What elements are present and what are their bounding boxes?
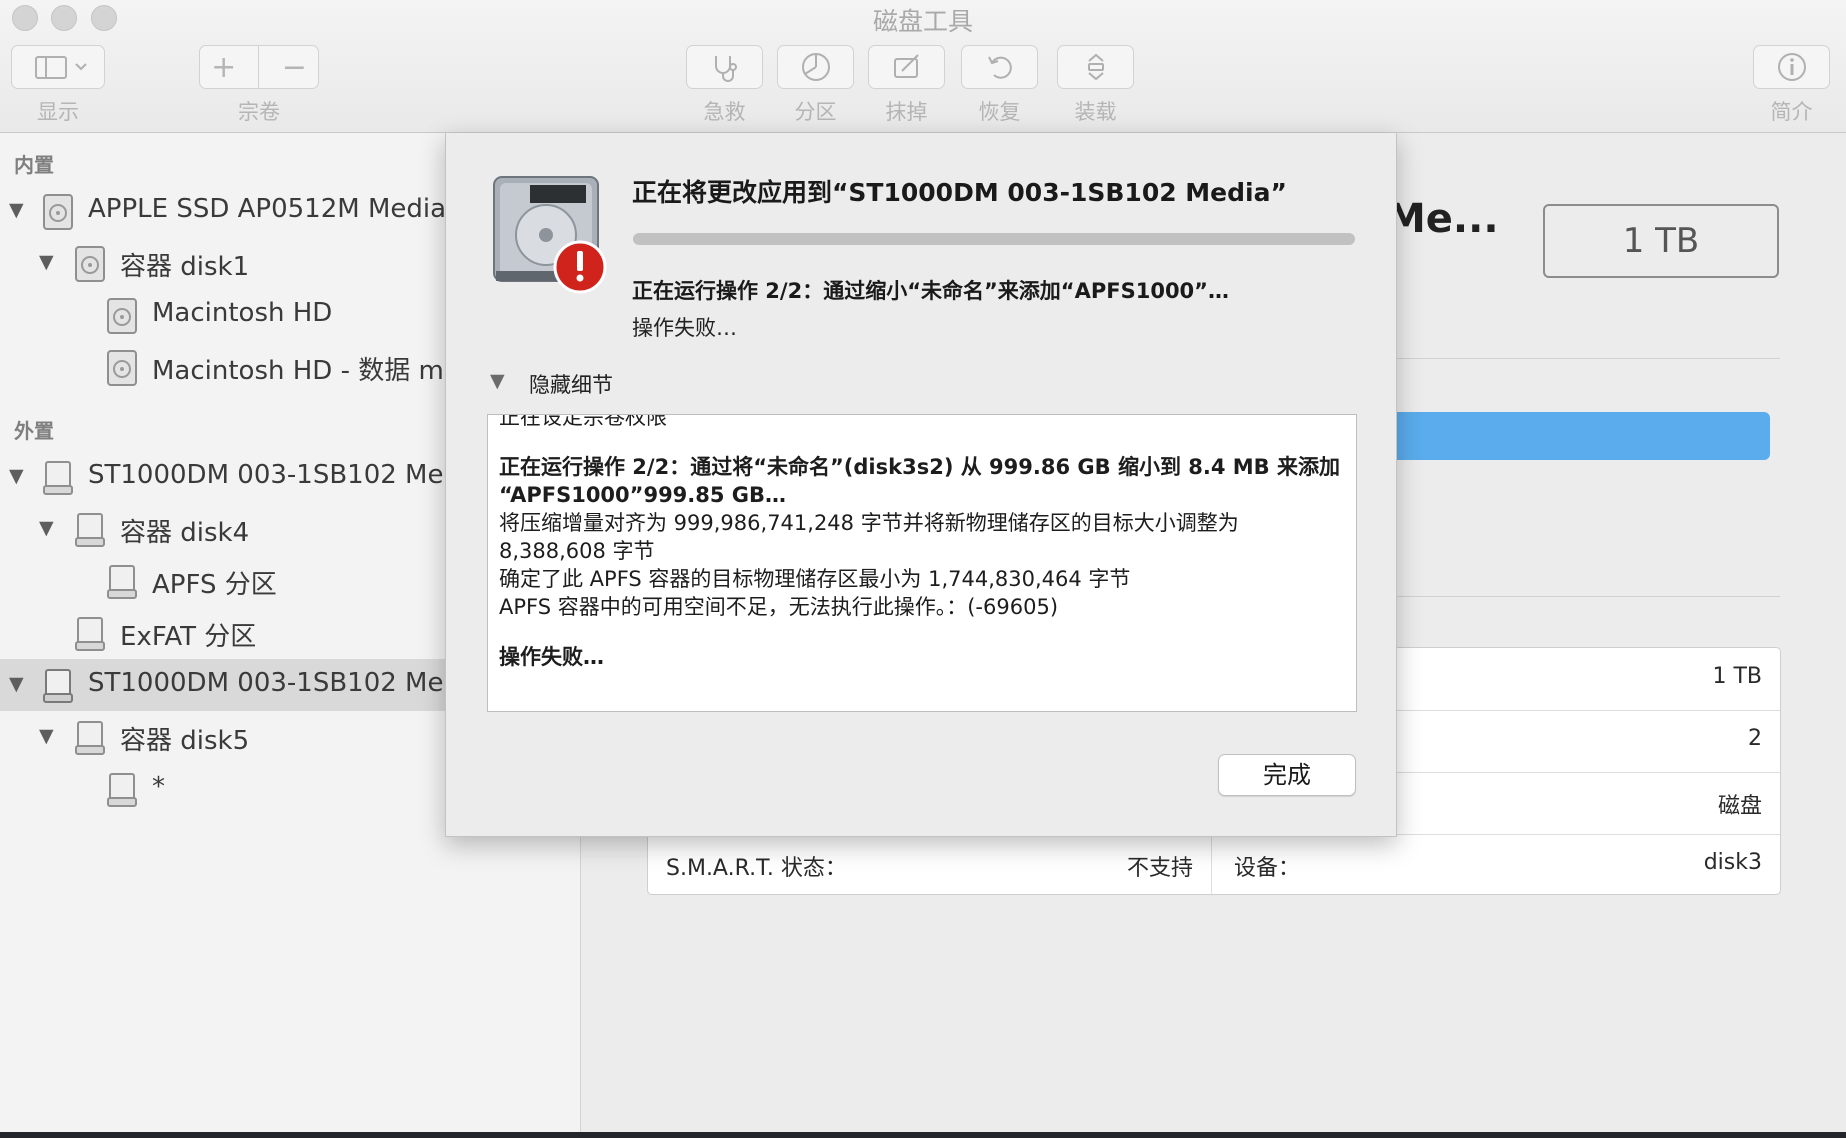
view-button[interactable] bbox=[11, 45, 105, 89]
log-line: 确定了此 APFS 容器的目标物理储存区最小为 1,744,830,464 字节 bbox=[499, 567, 1131, 591]
hide-details-toggle[interactable]: 隐藏细节 bbox=[529, 369, 613, 399]
external-disk-icon bbox=[75, 513, 105, 547]
restore-arrow-icon bbox=[987, 56, 1012, 79]
log-line: APFS 容器中的可用空间不足，无法执行此操作。：(-69605) bbox=[499, 595, 1059, 619]
info-row: S.M.A.R.T. 状态： 不支持 设备： disk3 bbox=[648, 834, 1780, 896]
remove-volume-icon[interactable]: − bbox=[282, 50, 307, 85]
info-value: 2 bbox=[1748, 726, 1762, 751]
progress-bar bbox=[633, 233, 1355, 245]
device-value: disk3 bbox=[1703, 850, 1762, 875]
info-button[interactable] bbox=[1753, 45, 1830, 89]
sidebar-item-label: 容器 disk5 bbox=[120, 726, 250, 756]
log-line: 将压缩增量对齐为 999,986,741,248 字节并将新物理储存区的目标大小… bbox=[499, 511, 1239, 563]
external-disk-icon bbox=[107, 565, 137, 599]
first-aid-button[interactable] bbox=[686, 45, 763, 89]
external-disk-icon bbox=[43, 669, 73, 703]
external-disk-icon bbox=[43, 461, 73, 495]
info-value: 磁盘 bbox=[1717, 794, 1762, 819]
sidebar-item-label: Macintosh HD bbox=[152, 298, 333, 328]
external-disk-icon bbox=[75, 721, 105, 755]
disclosure-triangle-icon[interactable]: ▼ bbox=[39, 517, 54, 539]
disk-name-heading: Me... bbox=[1386, 196, 1499, 242]
sidebar-item-label: ExFAT 分区 bbox=[120, 622, 257, 652]
partition-button[interactable] bbox=[777, 45, 854, 89]
smart-status-label: S.M.A.R.T. 状态： bbox=[666, 856, 847, 881]
info-icon bbox=[1777, 53, 1806, 81]
erase-label: 抹掉 bbox=[885, 100, 928, 124]
sidebar-item-label: ST1000DM 003-1SB102 Medi bbox=[88, 460, 468, 490]
chevron-down-icon bbox=[75, 63, 87, 71]
log-line: 操作失败… bbox=[499, 645, 604, 669]
erase-button[interactable] bbox=[868, 45, 945, 89]
external-disk-icon bbox=[107, 773, 137, 807]
sidebar-item-label: * bbox=[152, 772, 165, 802]
info-label: 简介 bbox=[1770, 100, 1813, 124]
divider bbox=[1397, 596, 1780, 597]
disclosure-triangle-icon[interactable]: ▼ bbox=[9, 199, 24, 221]
device-label: 设备： bbox=[1234, 856, 1301, 881]
sidebar-item-label: 容器 disk1 bbox=[120, 252, 250, 282]
external-section-header: 外置 bbox=[14, 419, 54, 443]
sheet-title: 正在将更改应用到“ST1000DM 003-1SB102 Media” bbox=[632, 178, 1287, 207]
sidebar-item-label: APFS 分区 bbox=[152, 570, 277, 600]
toolbar: 磁盘工具 显示 + − 宗卷 急救 分区 抹掉 恢复 装载 简介 bbox=[0, 0, 1846, 133]
hard-drive-error-icon bbox=[493, 176, 607, 294]
details-disclosure-triangle-icon[interactable]: ▼ bbox=[490, 370, 505, 392]
sidebar-item-label: ST1000DM 003-1SB102 Medi bbox=[88, 668, 468, 698]
divider bbox=[1397, 358, 1780, 359]
capacity-box: 1 TB bbox=[1543, 204, 1779, 278]
mount-label: 装载 bbox=[1074, 100, 1117, 124]
internal-section-header: 内置 bbox=[14, 153, 54, 177]
mount-eject-icon bbox=[1087, 53, 1104, 81]
partition-usage-bar bbox=[1380, 412, 1770, 460]
disclosure-triangle-icon[interactable]: ▼ bbox=[9, 673, 24, 695]
internal-disk-icon bbox=[107, 350, 137, 386]
disk-utility-window: 磁盘工具 显示 + − 宗卷 急救 分区 抹掉 恢复 装载 简介 内置 ▼ AP… bbox=[0, 0, 1846, 1132]
external-disk-icon bbox=[75, 617, 105, 651]
disclosure-triangle-icon[interactable]: ▼ bbox=[9, 465, 24, 487]
partition-label: 分区 bbox=[794, 100, 837, 124]
volume-add-remove-group: + − bbox=[199, 45, 319, 89]
details-log[interactable]: 正在设定宗卷权限 正在运行操作 2/2：通过将“未命名”(disk3s2) 从 … bbox=[487, 414, 1357, 712]
disclosure-triangle-icon[interactable]: ▼ bbox=[39, 251, 54, 273]
info-value: 1 TB bbox=[1712, 664, 1762, 689]
done-button[interactable]: 完成 bbox=[1218, 754, 1356, 796]
internal-disk-icon bbox=[75, 246, 105, 282]
smart-status-value: 不支持 bbox=[1127, 856, 1194, 881]
apply-changes-sheet: 正在将更改应用到“ST1000DM 003-1SB102 Media” 正在运行… bbox=[445, 133, 1397, 837]
log-line: 正在运行操作 2/2：通过将“未命名”(disk3s2) 从 999.86 GB… bbox=[499, 455, 1340, 479]
failure-status: 操作失败… bbox=[632, 316, 737, 340]
sidebar-item-label: Macintosh HD - 数据 may bbox=[152, 356, 476, 386]
internal-disk-icon bbox=[43, 194, 73, 230]
sidebar-item-label: 容器 disk4 bbox=[120, 518, 250, 548]
stethoscope-icon bbox=[714, 56, 737, 82]
eraser-pencil-icon bbox=[893, 54, 919, 78]
disclosure-triangle-icon[interactable]: ▼ bbox=[39, 725, 54, 747]
sidebar-toggle-icon bbox=[35, 56, 87, 79]
view-label: 显示 bbox=[37, 100, 79, 124]
volume-label: 宗卷 bbox=[238, 100, 280, 124]
internal-disk-icon bbox=[107, 298, 137, 334]
log-line: “APFS1000”999.85 GB… bbox=[499, 483, 787, 507]
add-volume-icon[interactable]: + bbox=[211, 50, 236, 85]
log-line: 正在设定宗卷权限 bbox=[499, 414, 667, 429]
sidebar-item-label: APPLE SSD AP0512M Media bbox=[88, 194, 447, 224]
operation-status: 正在运行操作 2/2：通过缩小“未命名”来添加“APFS1000”… bbox=[632, 279, 1229, 303]
restore-button[interactable] bbox=[961, 45, 1038, 89]
window-title: 磁盘工具 bbox=[872, 7, 973, 36]
pie-partition-icon bbox=[801, 53, 830, 81]
restore-label: 恢复 bbox=[978, 100, 1021, 124]
column-divider bbox=[1211, 834, 1212, 896]
mount-button[interactable] bbox=[1057, 45, 1134, 89]
first-aid-label: 急救 bbox=[703, 100, 746, 124]
